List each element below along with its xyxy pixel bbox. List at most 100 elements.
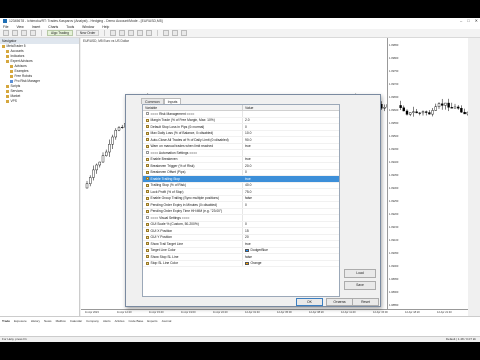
price-tick: 1.09500 — [389, 135, 399, 138]
parameter-icon — [146, 222, 149, 226]
toolbar-divider — [157, 30, 159, 36]
zoom-in-icon[interactable] — [137, 30, 144, 36]
new-chart-icon[interactable] — [3, 30, 9, 36]
time-tick: 12 Apr 21:40 — [437, 311, 452, 314]
navigator-panel: Navigator MetaTrader 5 Accounts Indicators… — [0, 38, 80, 316]
toolbox-tabs: Trade Exposure History News Mailbox Calendar C… — [2, 319, 171, 323]
variable-cell: ==== Automation Settings ==== — [143, 150, 243, 156]
value-cell[interactable]: 2.0 — [243, 118, 250, 124]
value-cell[interactable]: 10.0 — [243, 131, 251, 137]
column-variable[interactable]: Variable — [143, 105, 243, 110]
value-cell[interactable]: 0 — [243, 124, 247, 130]
crosshair-icon[interactable] — [163, 30, 170, 36]
bar-chart-icon[interactable] — [110, 30, 117, 36]
variable-cell: Target Line Color — [143, 247, 243, 253]
text-tool-icon[interactable] — [181, 30, 188, 36]
menu-item-file[interactable]: File — [3, 25, 8, 29]
menu-item-tools[interactable]: Tools — [66, 25, 74, 29]
price-tick: 1.09550 — [389, 122, 399, 125]
parameter-icon — [146, 255, 149, 259]
candle-body — [415, 111, 418, 114]
cancel-button[interactable]: Отмена — [326, 298, 353, 306]
toolbox-tab-alerts[interactable]: Alerts — [103, 319, 111, 323]
variable-name: Pending Order Expiry Time HH:MM (e.g. "2… — [150, 209, 223, 213]
toolbox-tab-news[interactable]: News — [44, 319, 52, 323]
value-cell[interactable]: false — [243, 254, 252, 260]
value-cell[interactable]: 90.0 — [243, 137, 251, 143]
value-cell[interactable]: 0 — [243, 202, 247, 208]
toolbox-tab-calendar[interactable]: Calendar — [70, 319, 82, 323]
new-order-button[interactable]: New Order — [75, 30, 100, 36]
market-watch-icon[interactable] — [21, 30, 27, 36]
price-tick: 1.09700 — [389, 83, 399, 86]
value-cell[interactable] — [243, 111, 245, 117]
value-cell[interactable]: true — [243, 176, 251, 182]
algo-trading-button[interactable]: Algo Trading — [47, 30, 73, 36]
grid-rows: ==== Risk Management ==== Margin Trade (%… — [143, 111, 339, 267]
value-cell[interactable]: false — [243, 196, 252, 202]
toolbox-tab-trade[interactable]: Trade — [2, 319, 10, 323]
value-cell[interactable]: true — [243, 144, 251, 150]
ok-button[interactable]: OK — [296, 298, 323, 306]
parameter-icon — [146, 144, 149, 148]
value-cell[interactable] — [243, 150, 245, 156]
candle-body — [98, 161, 101, 166]
value-cell[interactable]: 20 — [243, 235, 249, 241]
value-cell[interactable]: 0 — [243, 222, 247, 228]
menu-item-insert[interactable]: Insert — [32, 25, 40, 29]
candle-body — [88, 177, 92, 184]
trendline-icon[interactable] — [172, 30, 179, 36]
variable-name: Max Daily Loss (% of Balance, 0=disabled… — [150, 131, 214, 135]
value-cell[interactable]: 75.0 — [243, 189, 251, 195]
value-cell[interactable]: 20.0 — [243, 163, 251, 169]
toolbox-tab-experts[interactable]: Experts — [147, 319, 157, 323]
value-cell[interactable]: true — [243, 241, 251, 247]
candle-body — [383, 107, 386, 109]
time-tick: 12 Apr 18:20 — [405, 311, 420, 314]
price-tick: 1.09750 — [389, 70, 399, 73]
toolbox-tab-articles[interactable]: Articles — [115, 319, 125, 323]
price-axis: 1.09850 1.09800 1.09750 1.09700 1.09650 1.096… — [387, 38, 399, 316]
load-button[interactable]: Load — [344, 269, 376, 278]
save-button[interactable]: Save — [344, 281, 376, 290]
time-tick: 11 Apr 15:40 — [149, 311, 164, 314]
variable-name: Enable Breakeven — [150, 157, 178, 161]
candlestick-icon[interactable] — [119, 30, 126, 36]
candle-body — [441, 103, 444, 106]
candle-body — [460, 108, 463, 113]
value-cell[interactable]: 40.0 — [243, 183, 251, 189]
value-cell[interactable]: Orange — [243, 261, 262, 267]
value-cell[interactable]: DodgerBlue — [243, 248, 268, 254]
toolbox-tab-journal[interactable]: Journal — [161, 319, 171, 323]
line-chart-icon[interactable] — [128, 30, 135, 36]
value-cell[interactable]: 15 — [243, 228, 249, 234]
reset-button[interactable]: Reset — [352, 298, 379, 306]
variable-cell: Max Daily Loss (% of Balance, 0=disabled… — [143, 130, 243, 136]
value-cell[interactable]: true — [243, 157, 251, 163]
price-tick: 1.09200 — [389, 213, 399, 216]
menu-item-view[interactable]: View — [16, 25, 23, 29]
profiles-icon[interactable] — [12, 30, 18, 36]
value-cell[interactable] — [243, 215, 245, 221]
toolbox-tab-history[interactable]: History — [31, 319, 40, 323]
navigator-item[interactable]: VPS — [0, 99, 79, 104]
toolbox-tab-exposure[interactable]: Exposure — [14, 319, 27, 323]
time-tick: 12 Apr 15:00 — [373, 311, 388, 314]
toolbox-tab-mailbox[interactable]: Mailbox — [56, 319, 66, 323]
menu-item-window[interactable]: Window — [82, 25, 94, 29]
value-cell[interactable] — [243, 209, 245, 215]
column-value[interactable]: Value — [243, 105, 253, 110]
variable-cell: Enable Group Trailing (Sync multiple pos… — [143, 195, 243, 201]
value-text: DodgerBlue — [250, 248, 268, 252]
candle-body — [421, 111, 425, 114]
value-cell[interactable]: 0 — [243, 170, 247, 176]
zoom-out-icon[interactable] — [146, 30, 153, 36]
time-tick: 11 Apr 12:20 — [117, 311, 132, 314]
variable-name: GUI X Position — [150, 228, 173, 233]
menu-item-help[interactable]: Help — [102, 25, 109, 29]
toolbox-tab-company[interactable]: Company — [86, 319, 99, 323]
navigator-icon[interactable] — [30, 30, 36, 36]
menu-item-charts[interactable]: Charts — [48, 25, 58, 29]
toolbox-tab-code-base[interactable]: Code Base — [128, 319, 143, 323]
input-row[interactable]: Stop SL Line Color Orange — [143, 260, 339, 267]
